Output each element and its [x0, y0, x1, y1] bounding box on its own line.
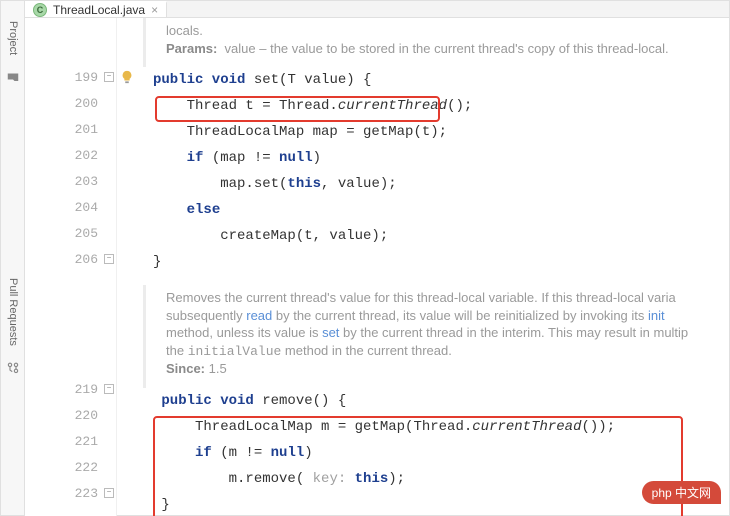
- line-number: 200: [25, 90, 116, 116]
- code-line: public void remove() {: [153, 388, 729, 414]
- code-line: public void set(T value) {: [153, 67, 729, 93]
- folder-icon: [7, 71, 19, 83]
- line-number: 205: [25, 220, 116, 246]
- code-line: createMap(t, value);: [153, 223, 729, 249]
- line-number: 223−: [25, 480, 116, 506]
- line-number: 222: [25, 454, 116, 480]
- code-line: else: [153, 197, 729, 223]
- code-line: Thread t = Thread.currentThread();: [153, 93, 729, 119]
- tool-window-bar: Project Pull Requests: [1, 1, 25, 515]
- fold-toggle[interactable]: −: [104, 488, 114, 498]
- ide-root: Project Pull Requests C ThreadLocal.java…: [0, 0, 730, 516]
- editor[interactable]: 199 − 200 201 202 203 204 205 206− 219− …: [25, 18, 729, 516]
- java-class-icon: C: [33, 3, 47, 17]
- fold-toggle[interactable]: −: [104, 254, 114, 264]
- line-number: 221: [25, 428, 116, 454]
- pull-requests-panel-label: Pull Requests: [7, 268, 19, 356]
- code-line: }: [153, 249, 729, 275]
- line-number: 206−: [25, 246, 116, 272]
- close-icon[interactable]: ×: [151, 3, 158, 17]
- code-line: map.set(this, value);: [153, 171, 729, 197]
- code-line: ThreadLocalMap m = getMap(Thread.current…: [153, 414, 729, 440]
- pull-request-icon: [7, 362, 19, 374]
- code-area[interactable]: locals. Params: value – the value to be …: [117, 18, 729, 516]
- code-line: if (m != null): [153, 440, 729, 466]
- editor-tabs: C ThreadLocal.java ×: [25, 1, 729, 18]
- line-number: 199 −: [25, 64, 116, 90]
- code-line: ThreadLocalMap map = getMap(t);: [153, 119, 729, 145]
- gutter: 199 − 200 201 202 203 204 205 206− 219− …: [25, 18, 117, 516]
- line-number: 219−: [25, 376, 116, 402]
- line-number: 201: [25, 116, 116, 142]
- code-line: if (map != null): [153, 145, 729, 171]
- main-area: C ThreadLocal.java × 199 − 200 201 202 2…: [25, 1, 729, 515]
- fold-toggle[interactable]: −: [104, 384, 114, 394]
- tab-filename: ThreadLocal.java: [53, 3, 145, 17]
- tab-threadlocal[interactable]: C ThreadLocal.java ×: [25, 1, 167, 17]
- watermark-badge: php 中文网: [642, 481, 721, 504]
- line-number: 220: [25, 402, 116, 428]
- project-panel-button[interactable]: Project: [1, 1, 24, 258]
- pull-requests-panel-button[interactable]: Pull Requests: [1, 258, 24, 515]
- javadoc-remove: Removes the current thread's value for t…: [143, 285, 729, 388]
- project-panel-label: Project: [7, 11, 19, 65]
- line-number: 203: [25, 168, 116, 194]
- line-number: 204: [25, 194, 116, 220]
- line-number: 202: [25, 142, 116, 168]
- javadoc-set: locals. Params: value – the value to be …: [143, 18, 729, 67]
- fold-toggle[interactable]: −: [104, 72, 114, 82]
